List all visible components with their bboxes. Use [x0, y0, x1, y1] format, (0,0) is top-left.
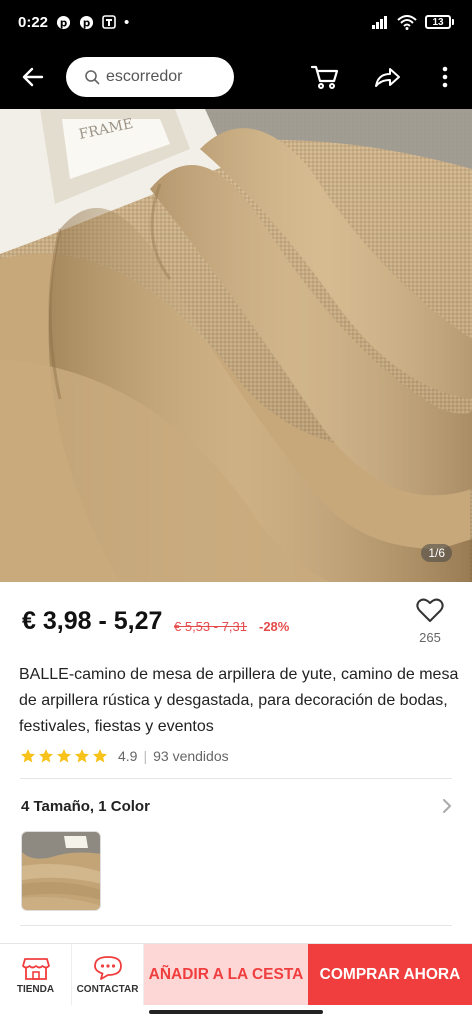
- contact-button[interactable]: CONTACTAR: [72, 944, 144, 1005]
- star-icon: [39, 749, 53, 763]
- product-image[interactable]: FRAME 1/6: [0, 109, 472, 582]
- variant-label: 4 Tamaño, 1 Color: [21, 797, 150, 815]
- search-icon: [85, 69, 100, 84]
- more-vertical-icon: [442, 66, 448, 87]
- battery-icon: 13: [425, 15, 454, 29]
- app-notification-icon: [102, 15, 116, 29]
- home-indicator[interactable]: [149, 1010, 323, 1014]
- svg-text:p: p: [83, 17, 90, 29]
- star-icon: [57, 749, 71, 763]
- status-bar: 0:22 p p • 13: [0, 0, 472, 44]
- bottom-action-bar: TIENDA CONTACTAR AÑADIR A LA CESTA COMPR…: [0, 943, 472, 1005]
- buy-now-button[interactable]: COMPRAR AHORA: [308, 944, 472, 1005]
- wishlist-count: 265: [419, 630, 441, 645]
- star-icon: [93, 749, 107, 763]
- share-icon: [375, 67, 400, 87]
- store-icon: [21, 957, 50, 980]
- wishlist-button[interactable]: 265: [408, 597, 452, 645]
- discount-badge: -28%: [259, 619, 290, 634]
- status-time: 0:22: [18, 13, 49, 31]
- rating-separator: |: [143, 748, 148, 764]
- top-bar: escorredor: [0, 44, 472, 109]
- heart-icon: [416, 598, 444, 622]
- battery-level: 13: [425, 15, 451, 29]
- store-label: TIENDA: [16, 983, 55, 995]
- rating-stars: [20, 748, 108, 764]
- rating-value: 4.9: [118, 748, 138, 764]
- divider: [20, 778, 452, 779]
- cart-button[interactable]: [294, 44, 356, 109]
- add-to-cart-button[interactable]: AÑADIR A LA CESTA: [144, 944, 308, 1005]
- svg-text:p: p: [60, 17, 67, 29]
- pinterest-icon: p: [79, 15, 94, 30]
- divider: [20, 925, 452, 926]
- signal-icon: [371, 15, 389, 29]
- sold-count: 93 vendidos: [153, 748, 229, 764]
- search-query: escorredor: [106, 67, 183, 85]
- more-options-button[interactable]: [418, 44, 472, 109]
- status-dot: •: [124, 13, 130, 31]
- wifi-icon: [397, 14, 417, 30]
- back-arrow-icon: [22, 67, 44, 86]
- star-icon: [75, 749, 89, 763]
- store-button[interactable]: TIENDA: [0, 944, 72, 1005]
- star-icon: [21, 749, 35, 763]
- chat-icon: [93, 955, 122, 980]
- pinterest-icon: p: [56, 15, 71, 30]
- back-button[interactable]: [0, 44, 66, 109]
- chevron-right-icon: [443, 799, 451, 813]
- product-title: BALLE-camino de mesa de arpillera de yut…: [19, 666, 459, 735]
- share-button[interactable]: [356, 44, 418, 109]
- price: € 3,98 - 5,27: [22, 607, 163, 635]
- contact-label: CONTACTAR: [76, 983, 139, 995]
- image-counter: 1/6: [421, 544, 452, 562]
- search-input[interactable]: escorredor: [66, 56, 234, 97]
- variant-thumbnail[interactable]: [21, 831, 101, 911]
- variant-selector[interactable]: 4 Tamaño, 1 Color: [0, 790, 472, 822]
- price-row: € 3,98 - 5,27 € 5,53 - 7,31 -28% 265: [0, 595, 472, 655]
- original-price: € 5,53 - 7,31: [174, 619, 247, 634]
- cart-icon: [310, 65, 339, 89]
- rating-row[interactable]: 4.9 | 93 vendidos: [20, 744, 229, 768]
